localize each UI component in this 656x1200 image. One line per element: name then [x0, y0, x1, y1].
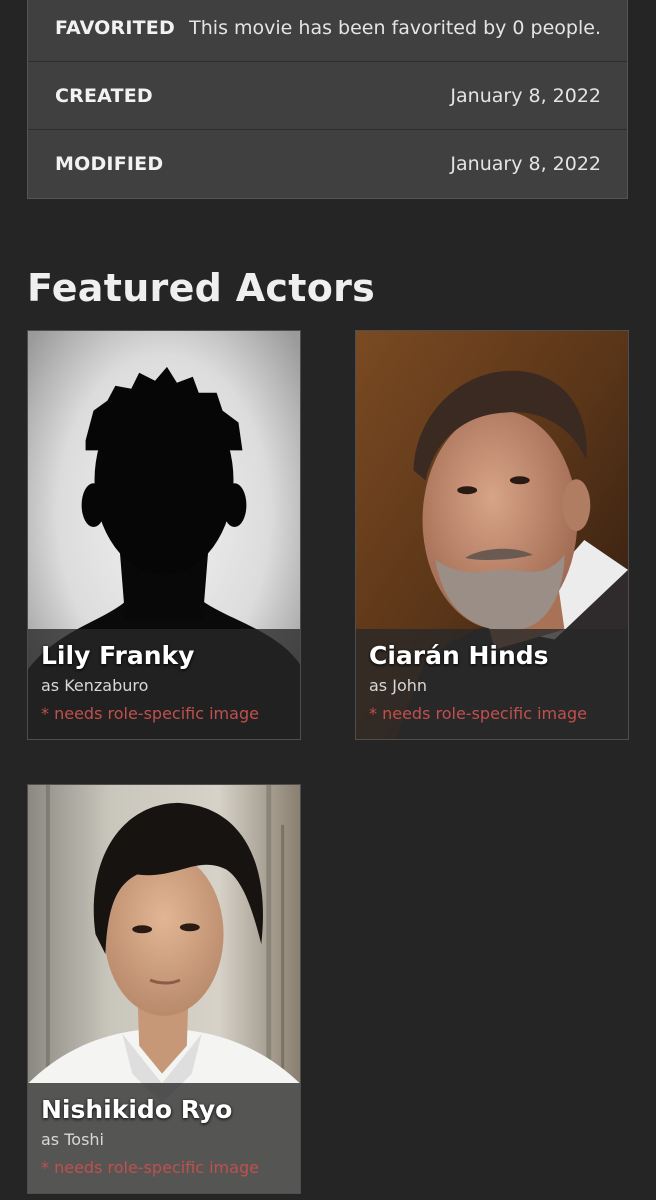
- modified-label: MODIFIED: [55, 153, 164, 175]
- featured-actors-heading: Featured Actors: [27, 266, 376, 310]
- actor-name[interactable]: Nishikido Ryo: [41, 1095, 287, 1125]
- created-row: CREATED January 8, 2022: [28, 62, 627, 130]
- actor-name[interactable]: Ciarán Hinds: [369, 641, 615, 671]
- needs-image-note: * needs role-specific image: [41, 704, 259, 723]
- actor-card-lily-franky[interactable]: Lily Franky as Kenzaburo * needs role-sp…: [27, 330, 301, 740]
- actor-name[interactable]: Lily Franky: [41, 641, 287, 671]
- favorited-label: FAVORITED: [55, 17, 175, 39]
- actor-card-nishikido-ryo[interactable]: Nishikido Ryo as Toshi * needs role-spec…: [27, 784, 301, 1194]
- created-value: January 8, 2022: [450, 84, 601, 107]
- created-label: CREATED: [55, 84, 153, 107]
- movie-details-table: FAVORITED This movie has been favorited …: [27, 0, 628, 199]
- actor-role: as Toshi: [41, 1130, 104, 1149]
- page: FAVORITED This movie has been favorited …: [0, 0, 656, 1200]
- favorited-value: This movie has been favorited by 0 peopl…: [189, 17, 601, 39]
- needs-image-note: * needs role-specific image: [41, 1158, 259, 1177]
- actor-caption: Nishikido Ryo as Toshi * needs role-spec…: [28, 1083, 300, 1193]
- needs-image-note: * needs role-specific image: [369, 704, 587, 723]
- modified-value: January 8, 2022: [450, 153, 601, 175]
- actor-card-ciaran-hinds[interactable]: Ciarán Hinds as John * needs role-specif…: [355, 330, 629, 740]
- actor-caption: Lily Franky as Kenzaburo * needs role-sp…: [28, 629, 300, 739]
- actor-caption: Ciarán Hinds as John * needs role-specif…: [356, 629, 628, 739]
- favorited-row: FAVORITED This movie has been favorited …: [28, 0, 627, 62]
- modified-row: MODIFIED January 8, 2022: [28, 130, 627, 198]
- actor-role: as John: [369, 676, 428, 695]
- actor-role: as Kenzaburo: [41, 676, 149, 695]
